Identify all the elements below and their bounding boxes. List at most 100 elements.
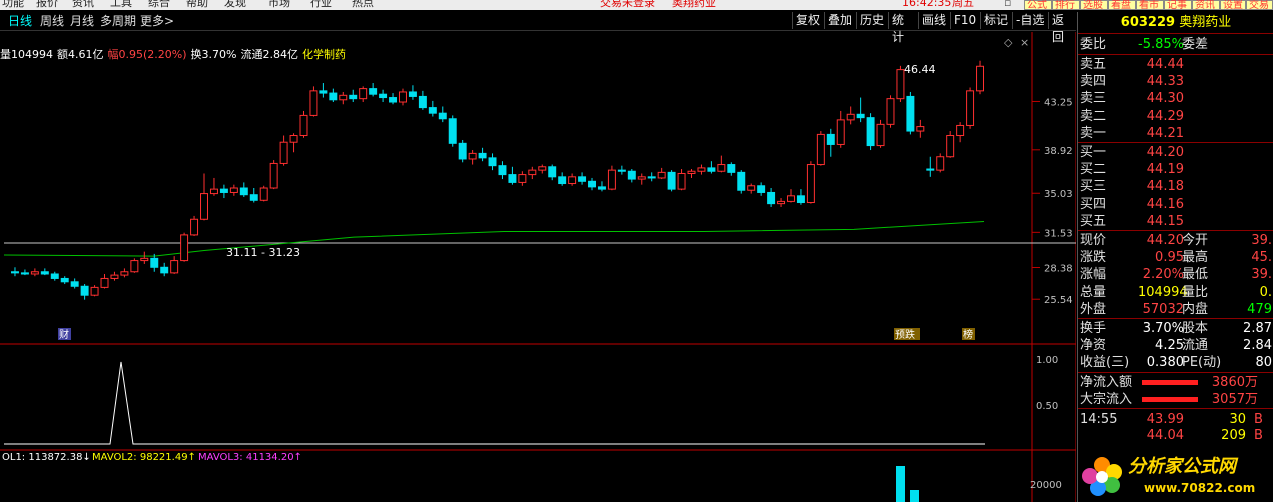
candle-body bbox=[80, 285, 89, 296]
logo-brand: 分析家公式网 bbox=[1128, 456, 1239, 477]
mark-button[interactable]: 标记 bbox=[980, 12, 1012, 29]
buy-level-price[interactable]: 44.15 bbox=[1138, 213, 1184, 230]
adjust-button[interactable]: 复权 bbox=[792, 12, 824, 29]
market-view-button[interactable]: 看市 bbox=[1136, 0, 1164, 11]
volume-bar bbox=[896, 466, 905, 502]
candle bbox=[229, 184, 238, 196]
buy-level-price[interactable]: 44.20 bbox=[1138, 144, 1184, 161]
overlay-button[interactable]: 叠加 bbox=[824, 12, 856, 29]
board-tag[interactable]: 榜 bbox=[963, 328, 973, 341]
tab-more[interactable]: 更多> bbox=[140, 13, 174, 29]
watch-button[interactable]: 着盘 bbox=[1108, 0, 1136, 11]
stock-name[interactable]: 奥翔药业 bbox=[1179, 15, 1231, 30]
menu-item[interactable]: 发现 bbox=[224, 0, 246, 8]
buy-level-price[interactable]: 44.16 bbox=[1138, 196, 1184, 213]
candle bbox=[70, 278, 79, 289]
close-icon[interactable]: × bbox=[1020, 36, 1029, 49]
fundamental-label: 流通 bbox=[1182, 338, 1209, 354]
info-sector[interactable]: 化学制药 bbox=[302, 48, 346, 61]
candle-body bbox=[846, 113, 855, 121]
candle bbox=[607, 165, 616, 191]
sell-level-price[interactable]: 44.44 bbox=[1138, 56, 1184, 73]
expand-icon[interactable]: ◇ bbox=[1004, 36, 1013, 49]
menu-item[interactable]: 帮助 bbox=[186, 0, 208, 8]
candle bbox=[876, 119, 885, 148]
menu-item[interactable]: 综合 bbox=[148, 0, 170, 8]
sell-level-price[interactable]: 44.33 bbox=[1138, 73, 1184, 90]
candle bbox=[418, 90, 427, 110]
quote-label: 最低 bbox=[1182, 267, 1209, 283]
buy-level-label: 买二 bbox=[1080, 162, 1107, 178]
menu-item[interactable]: 报价 bbox=[36, 0, 58, 8]
candle-body bbox=[438, 112, 447, 120]
quote-row: 现价 44.20 今开 39. bbox=[1078, 232, 1273, 249]
buy-level-label: 买五 bbox=[1080, 213, 1107, 229]
tick-price: 44.04 bbox=[1146, 428, 1184, 443]
fundamental-label: 股本 bbox=[1182, 321, 1209, 336]
candle-body bbox=[60, 277, 69, 283]
candle-body bbox=[408, 91, 417, 97]
candle bbox=[538, 164, 547, 174]
candle-body bbox=[40, 271, 49, 275]
candle bbox=[259, 185, 268, 202]
tab-weekly[interactable]: 周线 bbox=[40, 13, 64, 29]
candle bbox=[219, 184, 228, 199]
info-range: 幅0.95(2.20%) bbox=[107, 48, 187, 61]
news-button[interactable]: 资讯 bbox=[1192, 0, 1220, 11]
settings-button[interactable]: 设置 bbox=[1220, 0, 1246, 11]
candle-body bbox=[468, 152, 477, 160]
quote-value: 104994 bbox=[1138, 284, 1188, 300]
notes-button[interactable]: 记事 bbox=[1164, 0, 1192, 11]
menu-item[interactable]: 资讯 bbox=[72, 0, 94, 8]
candle bbox=[836, 110, 845, 148]
menu-item[interactable]: 行业 bbox=[310, 0, 332, 8]
tab-multi-period[interactable]: 多周期 bbox=[100, 13, 136, 29]
quote-label: 量比 bbox=[1182, 284, 1209, 300]
quote-row: 涨跌 0.95 最高 45. bbox=[1078, 249, 1273, 266]
kline-chart[interactable]: 43.25 38.92 35.03 31.53 28.38 25.54 46.44 31.… bbox=[0, 32, 1076, 502]
candle-body bbox=[299, 114, 308, 137]
candle-body bbox=[90, 286, 99, 296]
sell-level-price[interactable]: 44.29 bbox=[1138, 108, 1184, 125]
financial-tag[interactable]: 财 bbox=[59, 328, 69, 341]
candle bbox=[816, 131, 825, 166]
candle bbox=[20, 269, 29, 276]
trade-button[interactable]: 交易 bbox=[1246, 0, 1273, 11]
menu-item[interactable]: 热点 bbox=[352, 0, 374, 8]
sell-level-price[interactable]: 44.21 bbox=[1138, 125, 1184, 142]
menu-item[interactable]: 工具 bbox=[110, 0, 132, 8]
history-button[interactable]: 历史 bbox=[856, 12, 888, 29]
candle-body bbox=[488, 157, 497, 167]
login-notice[interactable]: 交易未登录 bbox=[600, 0, 655, 8]
tab-monthly[interactable]: 月线 bbox=[70, 13, 94, 29]
buy-level-price[interactable]: 44.19 bbox=[1138, 161, 1184, 178]
candle bbox=[647, 172, 656, 182]
menu-item[interactable]: 功能 bbox=[2, 0, 24, 8]
quote-label: 涨幅 bbox=[1080, 267, 1107, 283]
candle-body bbox=[170, 260, 179, 274]
f10-button[interactable]: F10 bbox=[950, 12, 980, 29]
forecast-drop-tag[interactable]: 预跌 bbox=[895, 328, 915, 341]
candle bbox=[438, 106, 447, 123]
candle-body bbox=[20, 272, 29, 275]
ranking-button[interactable]: 排行 bbox=[1052, 0, 1080, 11]
buy-level-price[interactable]: 44.18 bbox=[1138, 178, 1184, 195]
site-logo: 分析家公式网 www.70822.com bbox=[1082, 456, 1255, 496]
remove-watchlist-button[interactable]: -自选 bbox=[1012, 12, 1048, 29]
draw-line-button[interactable]: 画线 bbox=[918, 12, 950, 29]
restore-icon[interactable]: ▫ bbox=[1004, 0, 1011, 8]
candle bbox=[777, 198, 786, 207]
stats-button[interactable]: 统计 bbox=[888, 12, 918, 44]
buy-level-row: 买四 44.16 bbox=[1078, 196, 1273, 213]
back-button[interactable]: 返回 bbox=[1048, 12, 1076, 44]
menu-item[interactable]: 市场 bbox=[268, 0, 290, 8]
tab-daily[interactable]: 日线 bbox=[8, 13, 32, 29]
candle-body bbox=[826, 133, 835, 145]
sell-level-price[interactable]: 44.30 bbox=[1138, 90, 1184, 107]
candle-body bbox=[707, 167, 716, 172]
indicator-tick-2: 0.50 bbox=[1036, 401, 1058, 412]
stock-picker-button[interactable]: 选股 bbox=[1080, 0, 1108, 11]
candle-body bbox=[498, 165, 507, 176]
formula-button[interactable]: 公式 bbox=[1024, 0, 1052, 11]
candle-body bbox=[508, 174, 517, 183]
